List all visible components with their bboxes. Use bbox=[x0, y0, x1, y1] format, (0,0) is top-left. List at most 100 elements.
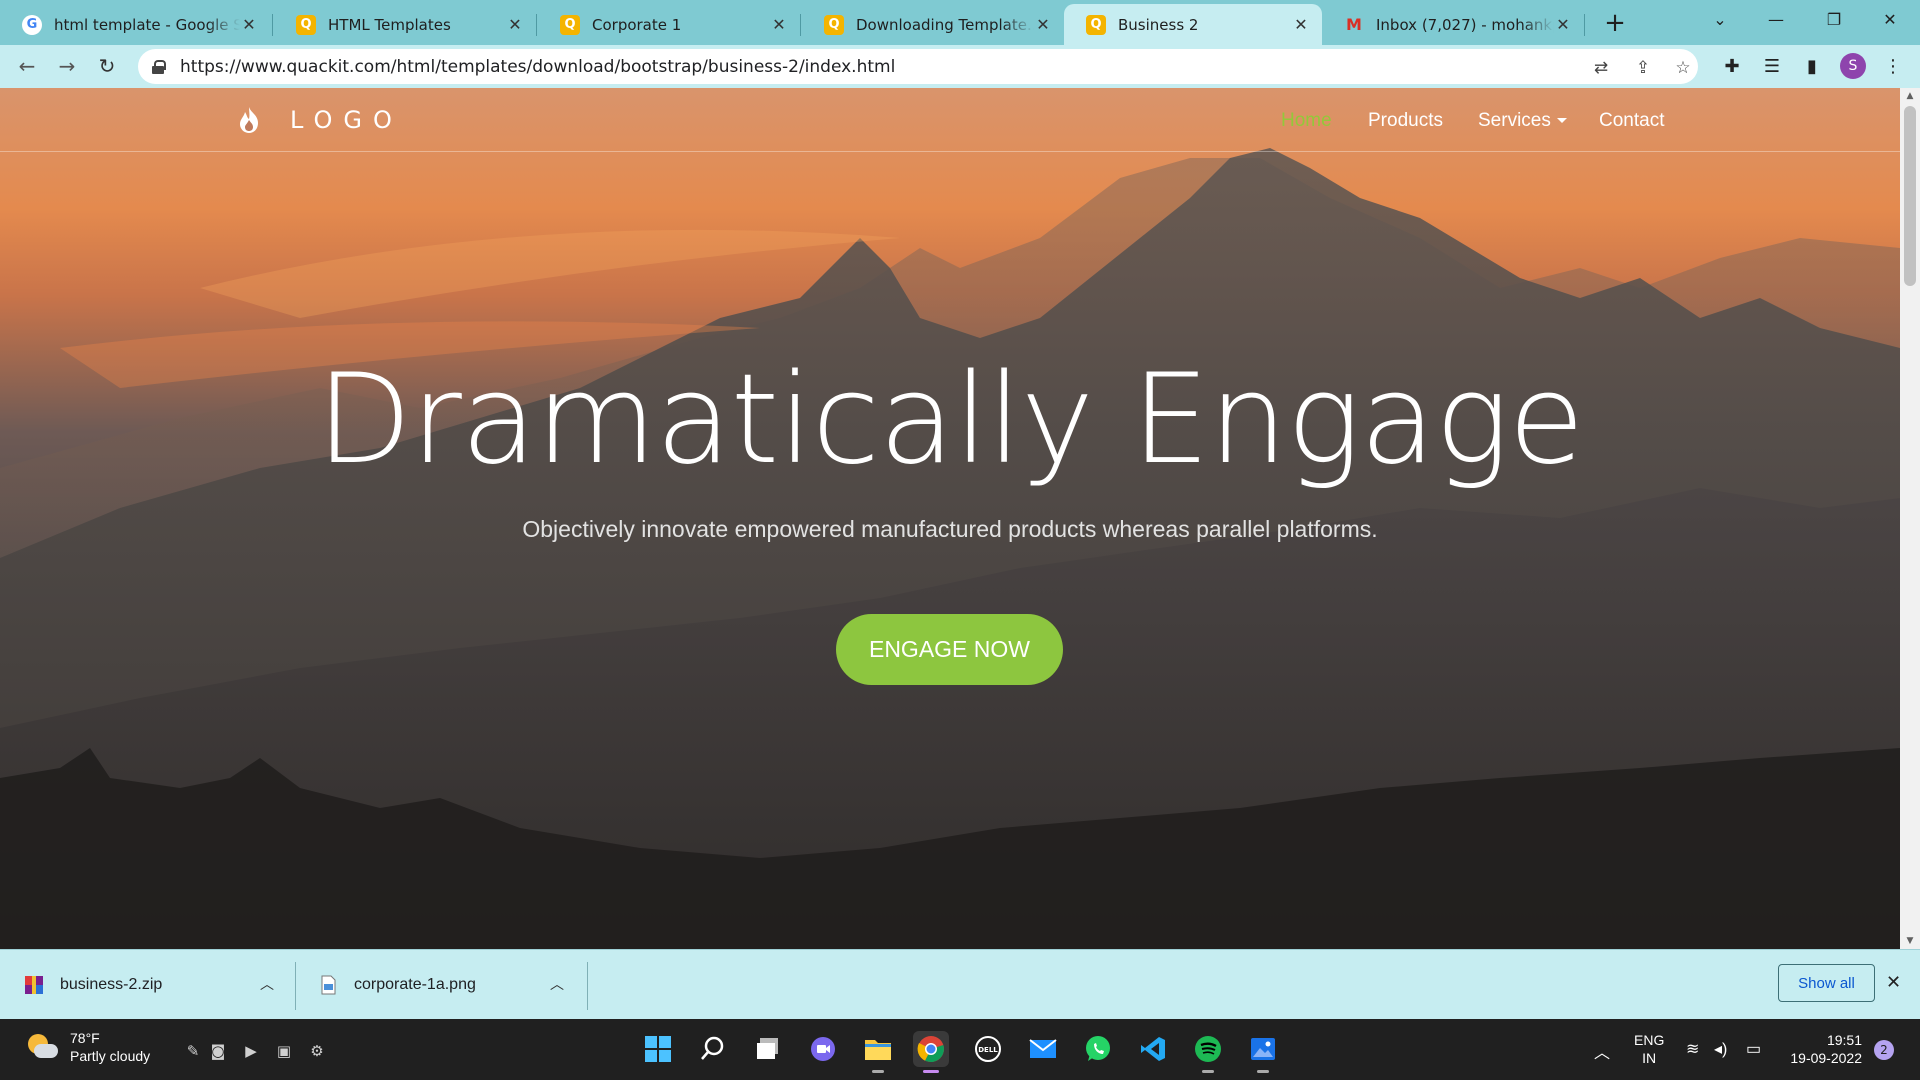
tab-downloading-template[interactable]: Q Downloading Template... business-2 ✕ bbox=[802, 4, 1064, 45]
tab-google-search[interactable]: G html template - Google Search ✕ bbox=[0, 4, 270, 45]
svg-text:DELL: DELL bbox=[978, 1046, 998, 1054]
reload-icon[interactable]: ↻ bbox=[92, 51, 122, 81]
nav-services-label: Services bbox=[1478, 110, 1551, 131]
tab-title: Inbox (7,027) - mohankpsoni bbox=[1376, 15, 1554, 34]
tab-divider bbox=[272, 14, 273, 36]
language-indicator[interactable]: ENG IN bbox=[1634, 1031, 1664, 1067]
scrollbar-thumb[interactable] bbox=[1904, 106, 1916, 286]
weather-description: Partly cloudy bbox=[70, 1048, 151, 1064]
tab-html-templates[interactable]: Q HTML Templates ✕ bbox=[274, 4, 536, 45]
tab-search-chevron-icon[interactable]: ⌄ bbox=[1692, 0, 1748, 38]
scroll-down-arrow-icon[interactable]: ▼ bbox=[1900, 933, 1920, 949]
tab-business-2[interactable]: Q Business 2 ✕ bbox=[1064, 4, 1322, 45]
tab-title: html template - Google Search bbox=[54, 15, 240, 34]
share-icon[interactable]: ⇪ bbox=[1632, 57, 1654, 79]
spotify-icon[interactable] bbox=[1190, 1031, 1226, 1073]
gallery-icon[interactable]: ▣ bbox=[273, 1041, 295, 1061]
close-tab-icon[interactable]: ✕ bbox=[1034, 15, 1052, 34]
running-indicator bbox=[872, 1070, 884, 1073]
chrome-icon[interactable] bbox=[913, 1031, 949, 1073]
windows-taskbar: 78°F Partly cloudy ✎ ◙ ▶ ▣ ⚙ DELL ︿ ENG … bbox=[0, 1019, 1920, 1080]
page-scrollbar[interactable]: ▲ ▼ bbox=[1900, 88, 1920, 949]
download-item-business-2-zip[interactable]: business-2.zip ︿ bbox=[24, 950, 276, 1020]
lock-icon[interactable] bbox=[152, 59, 166, 74]
tab-gmail-inbox[interactable]: M Inbox (7,027) - mohankpsoni ✕ bbox=[1322, 4, 1584, 45]
camera-icon[interactable]: ◙ bbox=[207, 1041, 229, 1061]
bookmark-star-icon[interactable]: ☆ bbox=[1672, 57, 1694, 79]
nav-home[interactable]: Home bbox=[1281, 110, 1332, 132]
close-window-icon[interactable]: ✕ bbox=[1862, 0, 1918, 38]
dell-icon[interactable]: DELL bbox=[970, 1031, 1006, 1067]
scroll-up-arrow-icon[interactable]: ▲ bbox=[1900, 88, 1920, 104]
language-code: ENG bbox=[1634, 1032, 1665, 1048]
address-bar[interactable]: https://www.quackit.com/html/templates/d… bbox=[138, 49, 1698, 84]
hero-subtitle: Objectively innovate empowered manufactu… bbox=[522, 516, 1378, 542]
back-arrow-icon[interactable]: ← bbox=[12, 51, 42, 81]
shelf-divider bbox=[295, 962, 296, 1010]
close-tab-icon[interactable]: ✕ bbox=[1292, 15, 1310, 34]
quackit-icon: Q bbox=[560, 14, 580, 35]
wifi-icon[interactable]: ≋ bbox=[1686, 1039, 1699, 1059]
search-icon[interactable] bbox=[695, 1031, 731, 1067]
notification-badge[interactable]: 2 bbox=[1874, 1040, 1894, 1060]
vscode-icon[interactable] bbox=[1135, 1031, 1171, 1067]
start-windows-icon[interactable] bbox=[640, 1031, 676, 1067]
tab-divider bbox=[536, 14, 537, 36]
engage-now-button[interactable]: ENGAGE NOW bbox=[836, 614, 1063, 685]
close-shelf-icon[interactable]: ✕ bbox=[1886, 972, 1901, 993]
tab-divider bbox=[800, 14, 801, 36]
weather-widget[interactable]: 78°F Partly cloudy bbox=[24, 1029, 150, 1065]
zip-archive-icon bbox=[25, 976, 43, 994]
download-filename: business-2.zip bbox=[60, 976, 163, 993]
settings-gear-icon[interactable]: ⚙ bbox=[306, 1041, 328, 1061]
region-code: IN bbox=[1642, 1050, 1657, 1066]
teams-chat-icon[interactable] bbox=[805, 1031, 841, 1067]
pin-icon[interactable]: ✎ bbox=[182, 1041, 204, 1061]
close-tab-icon[interactable]: ✕ bbox=[240, 15, 258, 34]
gmail-icon: M bbox=[1346, 15, 1362, 34]
site-logo[interactable]: LOGO bbox=[236, 106, 403, 134]
minimize-icon[interactable]: — bbox=[1748, 0, 1804, 38]
side-panel-icon[interactable]: ▮ bbox=[1799, 53, 1825, 79]
quackit-icon: Q bbox=[824, 14, 844, 35]
reading-list-icon[interactable]: ☰ bbox=[1759, 53, 1785, 79]
whatsapp-icon[interactable] bbox=[1080, 1031, 1116, 1067]
video-camera-icon[interactable]: ▶ bbox=[240, 1041, 262, 1061]
running-indicator bbox=[923, 1070, 939, 1073]
extensions-puzzle-icon[interactable]: ✚ bbox=[1719, 53, 1745, 79]
show-all-downloads-button[interactable]: Show all bbox=[1778, 964, 1875, 1002]
browser-toolbar: ← → ↻ https://www.quackit.com/html/templ… bbox=[0, 45, 1920, 88]
translate-icon[interactable]: ⇄ bbox=[1590, 57, 1612, 79]
profile-avatar[interactable]: S bbox=[1840, 53, 1866, 79]
photos-icon[interactable] bbox=[1245, 1031, 1281, 1073]
tab-title: Corporate 1 bbox=[592, 15, 682, 34]
close-tab-icon[interactable]: ✕ bbox=[1554, 15, 1572, 34]
forward-arrow-icon[interactable]: → bbox=[52, 51, 82, 81]
nav-contact[interactable]: Contact bbox=[1599, 110, 1664, 132]
restore-icon[interactable]: ❐ bbox=[1806, 0, 1862, 38]
file-explorer-icon[interactable] bbox=[860, 1031, 896, 1073]
quackit-icon: Q bbox=[1086, 14, 1106, 35]
nav-services[interactable]: Services bbox=[1478, 110, 1567, 132]
tab-divider bbox=[1584, 14, 1585, 36]
tab-corporate-1[interactable]: Q Corporate 1 ✕ bbox=[538, 4, 800, 45]
clock[interactable]: 19:51 19-09-2022 bbox=[1782, 1031, 1862, 1067]
url-text[interactable]: https://www.quackit.com/html/templates/d… bbox=[180, 57, 895, 77]
google-icon: G bbox=[22, 14, 42, 35]
chevron-up-icon[interactable]: ︿ bbox=[260, 974, 274, 994]
download-item-corporate-1a-png[interactable]: corporate-1a.png ︿ bbox=[318, 950, 570, 1020]
close-tab-icon[interactable]: ✕ bbox=[506, 15, 524, 34]
running-indicator bbox=[1202, 1070, 1214, 1073]
close-tab-icon[interactable]: ✕ bbox=[770, 15, 788, 34]
kebab-menu-icon[interactable]: ⋮ bbox=[1880, 53, 1906, 79]
task-view-icon[interactable] bbox=[750, 1031, 786, 1067]
flame-icon bbox=[240, 107, 258, 133]
browser-tab-strip: G html template - Google Search ✕ Q HTML… bbox=[0, 0, 1920, 45]
mail-icon[interactable] bbox=[1025, 1031, 1061, 1067]
volume-icon[interactable]: ◂) bbox=[1714, 1039, 1727, 1059]
chevron-up-icon[interactable]: ︿ bbox=[550, 974, 564, 994]
show-hidden-icons-chevron[interactable]: ︿ bbox=[1594, 1039, 1610, 1063]
battery-icon[interactable]: ▭ bbox=[1746, 1039, 1761, 1059]
nav-products[interactable]: Products bbox=[1368, 110, 1443, 132]
new-tab-button[interactable]: + bbox=[1598, 6, 1632, 40]
